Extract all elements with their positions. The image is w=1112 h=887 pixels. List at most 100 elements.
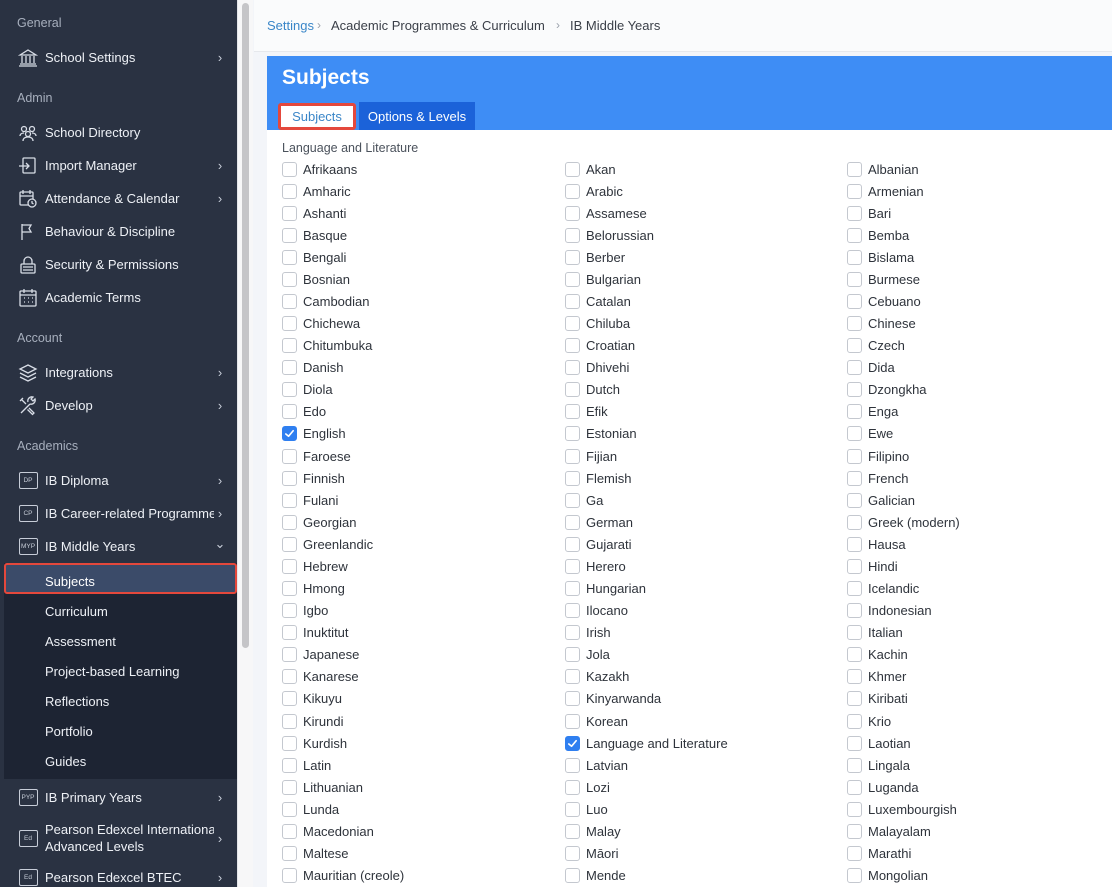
subject-option[interactable]: Language and Literature <box>565 733 728 753</box>
checkbox[interactable] <box>282 536 297 552</box>
subject-option[interactable]: Galician <box>847 490 915 510</box>
checkbox[interactable] <box>565 338 580 354</box>
checkbox[interactable] <box>847 625 862 641</box>
subject-option[interactable]: Japanese <box>282 645 359 665</box>
checkbox[interactable] <box>282 823 297 839</box>
checkbox[interactable] <box>565 779 580 795</box>
subject-option[interactable]: Belorussian <box>565 225 654 245</box>
subject-option[interactable]: Korean <box>565 711 628 731</box>
sidebar-item-ib-middle-years[interactable]: MYP IB Middle Years ⌄ <box>4 530 237 563</box>
subject-option[interactable]: Italian <box>847 623 903 643</box>
submenu-item-project-based-learning[interactable]: Project-based Learning <box>45 664 179 679</box>
sidebar-item-academic-terms[interactable]: Academic Terms <box>4 281 237 314</box>
subject-option[interactable]: Lunda <box>282 799 339 819</box>
checkbox[interactable] <box>565 183 580 199</box>
checkbox[interactable] <box>282 161 297 177</box>
tab-options-levels[interactable]: Options & Levels <box>359 102 475 130</box>
subject-option[interactable]: Inuktitut <box>282 623 349 643</box>
sidebar-item-school-settings[interactable]: School Settings › <box>4 41 237 74</box>
checkbox[interactable] <box>565 249 580 265</box>
subject-option[interactable]: Dida <box>847 358 895 378</box>
checkbox[interactable] <box>282 316 297 332</box>
subject-option[interactable]: Luxembourgish <box>847 799 957 819</box>
subject-option[interactable]: Albanian <box>847 159 919 179</box>
subject-option[interactable]: Mauritian (creole) <box>282 866 404 886</box>
subject-option[interactable]: Krio <box>847 711 891 731</box>
subject-option[interactable]: Māori <box>565 843 619 863</box>
checkbox[interactable] <box>847 823 862 839</box>
checkbox[interactable] <box>565 647 580 663</box>
subject-option[interactable]: Catalan <box>565 291 631 311</box>
subject-option[interactable]: Estonian <box>565 424 637 444</box>
checkbox[interactable] <box>565 161 580 177</box>
sidebar-item-pearson-ial[interactable]: Ed Pearson Edexcel International Advance… <box>4 820 237 856</box>
subject-option[interactable]: English <box>282 424 346 444</box>
checkbox[interactable] <box>282 779 297 795</box>
checkbox[interactable] <box>565 757 580 773</box>
checkbox[interactable] <box>847 404 862 420</box>
subject-option[interactable]: Chitumbuka <box>282 336 372 356</box>
checkbox[interactable] <box>847 360 862 376</box>
checkbox[interactable] <box>565 603 580 619</box>
sidebar-item-ib-career[interactable]: CP IB Career-related Programme › <box>4 497 237 530</box>
checkbox[interactable] <box>282 558 297 574</box>
subject-option[interactable]: Lithuanian <box>282 777 363 797</box>
checkbox[interactable] <box>847 183 862 199</box>
subject-option[interactable]: Marathi <box>847 843 911 863</box>
subject-option[interactable]: Mongolian <box>847 866 928 886</box>
subject-option[interactable]: Berber <box>565 247 625 267</box>
checkbox[interactable] <box>847 249 862 265</box>
subject-option[interactable]: Lingala <box>847 755 910 775</box>
checkbox[interactable] <box>282 669 297 685</box>
checkbox[interactable] <box>282 360 297 376</box>
subject-option[interactable]: Filipino <box>847 446 909 466</box>
checkbox[interactable] <box>565 823 580 839</box>
subject-option[interactable]: Kanarese <box>282 667 359 687</box>
subject-option[interactable]: Ilocano <box>565 601 628 621</box>
checkbox[interactable] <box>847 426 862 442</box>
checkbox[interactable] <box>282 293 297 309</box>
subject-option[interactable]: Fulani <box>282 490 338 510</box>
subject-option[interactable]: Igbo <box>282 601 328 621</box>
checkbox-checked[interactable] <box>282 426 297 442</box>
subject-option[interactable]: Maltese <box>282 843 349 863</box>
subject-option[interactable]: Hebrew <box>282 556 348 576</box>
checkbox[interactable] <box>565 205 580 221</box>
subject-option[interactable]: Bari <box>847 203 891 223</box>
checkbox[interactable] <box>847 868 862 884</box>
subject-option[interactable]: Latin <box>282 755 331 775</box>
checkbox[interactable] <box>847 647 862 663</box>
subject-option[interactable]: Luganda <box>847 777 919 797</box>
checkbox[interactable] <box>565 448 580 464</box>
checkbox[interactable] <box>847 338 862 354</box>
checkbox[interactable] <box>565 293 580 309</box>
subject-option[interactable]: Dzongkha <box>847 380 927 400</box>
subject-option[interactable]: Icelandic <box>847 579 919 599</box>
checkbox[interactable] <box>847 801 862 817</box>
checkbox[interactable] <box>282 625 297 641</box>
sidebar-item-school-directory[interactable]: School Directory <box>4 116 237 149</box>
checkbox[interactable] <box>565 514 580 530</box>
checkbox-checked[interactable] <box>565 735 580 751</box>
subject-option[interactable]: Kinyarwanda <box>565 689 661 709</box>
subject-option[interactable]: Dhivehi <box>565 358 629 378</box>
checkbox[interactable] <box>282 581 297 597</box>
subject-option[interactable]: Finnish <box>282 468 345 488</box>
subject-option[interactable]: Laotian <box>847 733 911 753</box>
sidebar-item-integrations[interactable]: Integrations › <box>4 356 237 389</box>
checkbox[interactable] <box>565 868 580 884</box>
subject-option[interactable]: Dutch <box>565 380 620 400</box>
subject-option[interactable]: Lozi <box>565 777 610 797</box>
subject-option[interactable]: Greek (modern) <box>847 512 960 532</box>
checkbox[interactable] <box>565 801 580 817</box>
subject-option[interactable]: Edo <box>282 402 326 422</box>
subject-option[interactable]: Luo <box>565 799 608 819</box>
submenu-item-reflections[interactable]: Reflections <box>45 694 109 709</box>
subject-option[interactable]: Latvian <box>565 755 628 775</box>
sidebar-scrollbar-thumb[interactable] <box>242 3 249 648</box>
checkbox[interactable] <box>282 647 297 663</box>
checkbox[interactable] <box>565 271 580 287</box>
subject-option[interactable]: French <box>847 468 908 488</box>
submenu-item-curriculum[interactable]: Curriculum <box>45 604 108 619</box>
subject-option[interactable]: Chiluba <box>565 314 630 334</box>
